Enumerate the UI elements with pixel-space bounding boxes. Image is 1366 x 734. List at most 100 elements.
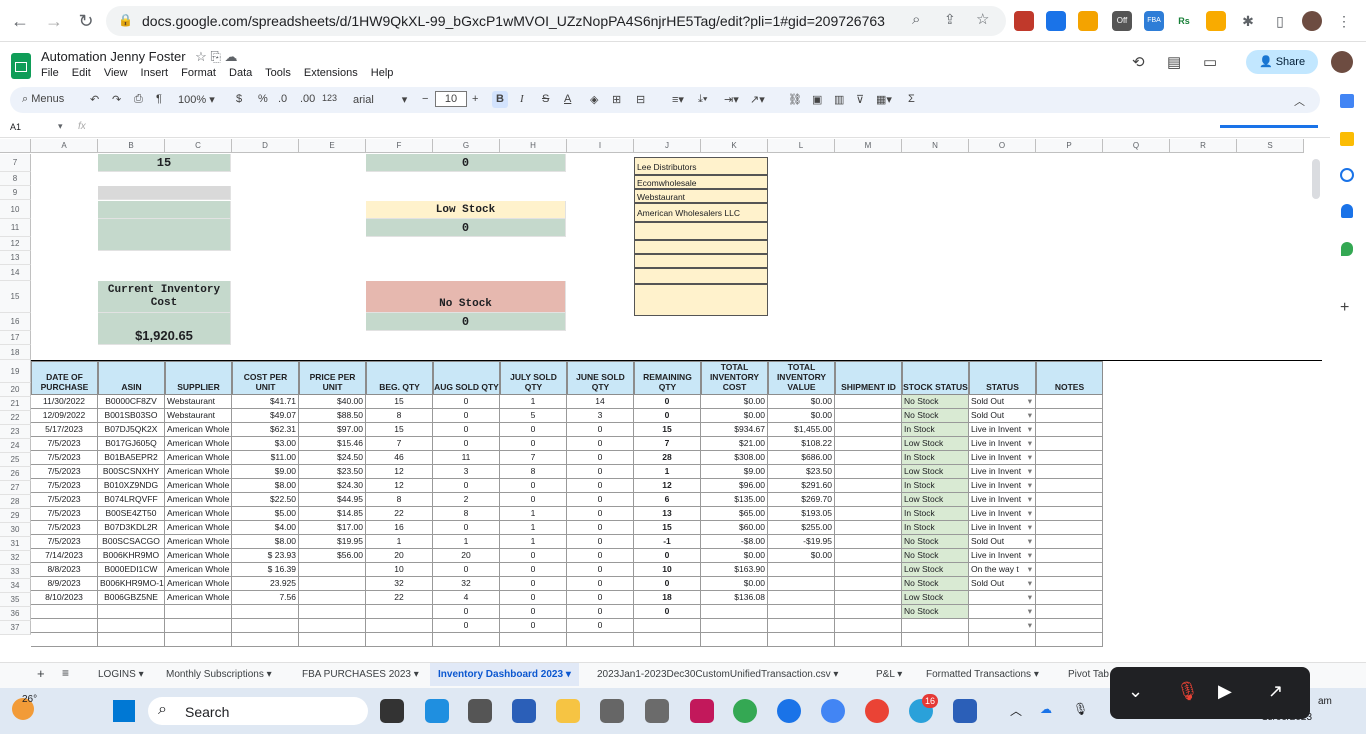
- collapse-toolbar-icon[interactable]: ︿: [1294, 93, 1305, 109]
- table-cell[interactable]: [232, 605, 299, 619]
- table-cell[interactable]: 0: [500, 591, 567, 605]
- table-cell[interactable]: $21.00: [701, 437, 768, 451]
- table-cell[interactable]: American Whole: [165, 479, 232, 493]
- table-cell[interactable]: $193.05: [768, 507, 835, 521]
- table-header-cell[interactable]: TOTAL INVENTORY COST: [701, 361, 768, 395]
- table-cell[interactable]: [1036, 577, 1103, 591]
- app-icon[interactable]: [512, 699, 536, 723]
- supplier-cell[interactable]: [634, 254, 768, 268]
- dropdown-chevron-icon[interactable]: ▾: [1028, 451, 1032, 464]
- column-header[interactable]: F: [366, 139, 433, 153]
- table-cell[interactable]: $269.70: [768, 493, 835, 507]
- table-cell[interactable]: $3.00: [232, 437, 299, 451]
- row-header[interactable]: 37: [0, 621, 31, 635]
- table-cell[interactable]: 0: [634, 577, 701, 591]
- table-cell[interactable]: 0: [567, 605, 634, 619]
- row-header[interactable]: 29: [0, 509, 31, 523]
- table-cell[interactable]: [31, 619, 98, 633]
- table-cell[interactable]: $40.00: [299, 395, 366, 409]
- column-header[interactable]: S: [1237, 139, 1304, 153]
- table-cell[interactable]: [1036, 451, 1103, 465]
- sheet-tab[interactable]: Pivot Tab: [1068, 669, 1109, 680]
- table-cell[interactable]: [1036, 465, 1103, 479]
- mic-icon[interactable]: 🎙: [1073, 702, 1088, 716]
- table-cell[interactable]: 8/9/2023: [31, 577, 98, 591]
- row-header[interactable]: 27: [0, 481, 31, 495]
- table-cell[interactable]: [768, 591, 835, 605]
- menu-file[interactable]: File: [41, 67, 59, 79]
- table-cell[interactable]: 1: [366, 535, 433, 549]
- table-header-cell[interactable]: PRICE PER UNIT: [299, 361, 366, 395]
- table-cell[interactable]: [634, 633, 701, 647]
- table-cell[interactable]: Low Stock: [902, 563, 969, 577]
- puzzle-icon[interactable]: ✱: [1238, 11, 1258, 31]
- table-cell[interactable]: [1036, 521, 1103, 535]
- insert-comment-icon[interactable]: ▣: [812, 93, 822, 106]
- table-cell[interactable]: [835, 549, 902, 563]
- table-cell[interactable]: 12/09/2022: [31, 409, 98, 423]
- status-dropdown[interactable]: ▾: [969, 619, 1036, 633]
- sheet-tab[interactable]: 2023Jan1-2023Dec30CustomUnifiedTransacti…: [597, 669, 838, 680]
- table-cell[interactable]: [165, 633, 232, 647]
- table-cell[interactable]: American Whole: [165, 465, 232, 479]
- tab-menu-icon[interactable]: ▾: [1031, 669, 1039, 680]
- table-cell[interactable]: 20: [433, 549, 500, 563]
- table-cell[interactable]: 22: [366, 591, 433, 605]
- table-header-cell[interactable]: SUPPLIER: [165, 361, 232, 395]
- name-box-dropdown-icon[interactable]: ▾: [58, 121, 63, 132]
- rotate-icon[interactable]: ↗▾: [750, 93, 765, 106]
- table-cell[interactable]: $9.00: [232, 465, 299, 479]
- table-cell[interactable]: Low Stock: [902, 465, 969, 479]
- table-cell[interactable]: 0: [634, 605, 701, 619]
- dropdown-chevron-icon[interactable]: ▾: [1028, 549, 1032, 562]
- table-header-cell[interactable]: REMAINING QTY: [634, 361, 701, 395]
- table-cell[interactable]: $8.00: [232, 535, 299, 549]
- table-cell[interactable]: [1036, 633, 1103, 647]
- table-cell[interactable]: $23.50: [768, 465, 835, 479]
- row-header[interactable]: 20: [0, 383, 31, 397]
- table-cell[interactable]: 7/5/2023: [31, 465, 98, 479]
- table-cell[interactable]: [567, 633, 634, 647]
- table-cell[interactable]: 10: [366, 563, 433, 577]
- merge-icon[interactable]: ⊟: [636, 93, 645, 106]
- zoom-icon[interactable]: ⌕: [912, 11, 920, 28]
- table-cell[interactable]: $24.30: [299, 479, 366, 493]
- table-cell[interactable]: $44.95: [299, 493, 366, 507]
- font-size-decrease[interactable]: −: [422, 93, 428, 105]
- mic-off-icon[interactable]: 🎙: [1176, 681, 1199, 702]
- table-cell[interactable]: 7/5/2023: [31, 437, 98, 451]
- table-cell[interactable]: $24.50: [299, 451, 366, 465]
- camera-icon[interactable]: ▶: [1218, 681, 1232, 702]
- sheet-tab[interactable]: Formatted Transactions ▾: [926, 669, 1039, 680]
- grey-cell[interactable]: [98, 186, 231, 200]
- vertical-scrollbar[interactable]: [1312, 159, 1320, 199]
- row-header[interactable]: 18: [0, 345, 31, 360]
- table-cell[interactable]: [98, 633, 165, 647]
- table-cell[interactable]: 0: [634, 409, 701, 423]
- table-cell[interactable]: 8: [366, 409, 433, 423]
- move-icon[interactable]: ⎘: [210, 49, 220, 64]
- table-cell[interactable]: 6: [634, 493, 701, 507]
- column-header[interactable]: N: [902, 139, 969, 153]
- extension-icon[interactable]: [1046, 11, 1066, 31]
- sheet-tab[interactable]: Monthly Subscriptions ▾: [166, 669, 272, 680]
- row-header[interactable]: 36: [0, 607, 31, 621]
- table-cell[interactable]: [500, 633, 567, 647]
- table-cell[interactable]: $88.50: [299, 409, 366, 423]
- table-cell[interactable]: -$8.00: [701, 535, 768, 549]
- table-cell[interactable]: [1036, 423, 1103, 437]
- table-cell[interactable]: $0.00: [768, 549, 835, 563]
- table-cell[interactable]: [768, 619, 835, 633]
- table-cell[interactable]: [1036, 619, 1103, 633]
- table-cell[interactable]: [634, 619, 701, 633]
- table-cell[interactable]: 46: [366, 451, 433, 465]
- table-cell[interactable]: $0.00: [701, 409, 768, 423]
- table-cell[interactable]: 8: [500, 465, 567, 479]
- table-cell[interactable]: [1036, 493, 1103, 507]
- table-cell[interactable]: In Stock: [902, 423, 969, 437]
- table-cell[interactable]: B00SCSACGO: [98, 535, 165, 549]
- table-cell[interactable]: American Whole: [165, 507, 232, 521]
- filter-views-icon[interactable]: ▦▾: [876, 93, 892, 106]
- table-cell[interactable]: 0: [567, 437, 634, 451]
- table-cell[interactable]: 15: [366, 423, 433, 437]
